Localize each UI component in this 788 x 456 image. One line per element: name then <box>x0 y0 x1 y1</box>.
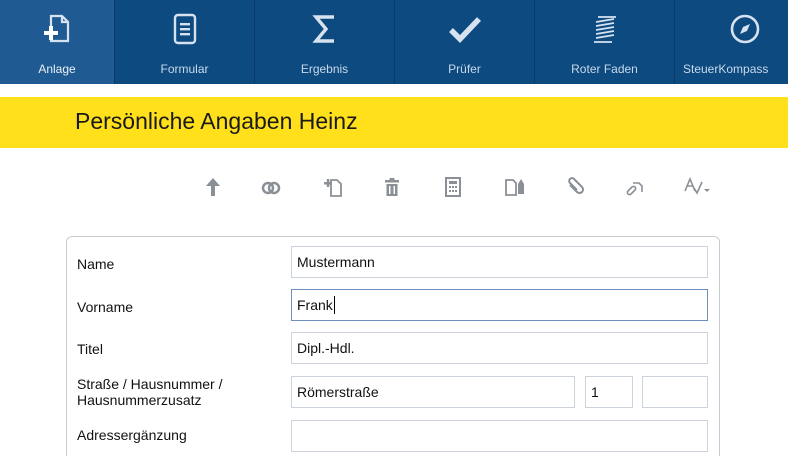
nav-label-ergebnis: Ergebnis <box>300 62 349 76</box>
form-document-icon <box>168 12 202 46</box>
label-strasse-line1: Straße / Hausnummer / <box>77 376 223 392</box>
new-document-plus-icon <box>40 12 74 46</box>
nav-label-roter-faden: Roter Faden <box>571 62 638 76</box>
street-input[interactable]: Römerstraße <box>291 376 575 408</box>
label-titel: Titel <box>77 341 103 357</box>
main-navigation: Anlage Formular Ergebnis Prüfer Roter Fa… <box>0 0 788 84</box>
compass-icon <box>728 12 762 46</box>
vorname-input[interactable]: Frank <box>291 289 708 321</box>
spellcheck-icon[interactable] <box>682 170 712 204</box>
vorname-value: Frank <box>297 297 333 313</box>
label-adressergaenzung: Adressergänzung <box>77 427 187 443</box>
add-page-icon[interactable] <box>318 170 348 204</box>
section-header: Persönliche Angaben Heinz <box>0 97 788 148</box>
nav-item-steuerkompass[interactable]: SteuerKompass <box>675 0 788 84</box>
row-vorname: Vorname Frank <box>67 289 719 323</box>
sigma-icon <box>308 12 342 46</box>
paperclip-icon[interactable] <box>560 170 590 204</box>
nav-item-ergebnis[interactable]: Ergebnis <box>255 0 395 84</box>
name-input[interactable]: Mustermann <box>291 246 708 278</box>
thread-lines-icon <box>588 12 622 46</box>
attach-link-icon[interactable] <box>620 170 650 204</box>
label-vorname: Vorname <box>77 299 134 315</box>
row-adressergaenzung: Adressergänzung <box>67 420 719 454</box>
trash-icon[interactable] <box>377 170 407 204</box>
text-cursor <box>333 295 335 314</box>
nav-item-roter-faden[interactable]: Roter Faden <box>535 0 675 84</box>
document-pen-icon[interactable] <box>500 170 530 204</box>
house-number-input[interactable]: 1 <box>585 376 633 408</box>
form-toolbar <box>0 170 788 206</box>
nav-label-anlage: Anlage <box>38 62 76 76</box>
house-number-suffix-input[interactable] <box>642 376 708 408</box>
row-name: Name Mustermann <box>67 245 719 279</box>
nav-label-formular: Formular <box>160 62 209 76</box>
row-strasse: Straße / Hausnummer / Hausnummerzusatz R… <box>67 376 719 416</box>
label-strasse-line2: Hausnummerzusatz <box>77 392 202 408</box>
arrow-up-icon[interactable] <box>198 170 228 204</box>
nav-item-anlage[interactable]: Anlage <box>0 0 115 84</box>
row-titel: Titel Dipl.-Hdl. <box>67 332 719 366</box>
nav-label-pruefer: Prüfer <box>448 62 481 76</box>
nav-item-pruefer[interactable]: Prüfer <box>395 0 535 84</box>
nav-item-formular[interactable]: Formular <box>115 0 255 84</box>
label-name: Name <box>77 256 115 272</box>
calculator-icon[interactable] <box>438 170 468 204</box>
titel-input[interactable]: Dipl.-Hdl. <box>291 332 708 364</box>
checkmark-icon <box>448 12 482 46</box>
personal-data-form: Name Mustermann Vorname Frank Titel Dipl… <box>66 236 720 456</box>
nav-label-steuerkompass: SteuerKompass <box>683 62 769 76</box>
link-rings-icon[interactable] <box>256 170 286 204</box>
adressergaenzung-input[interactable] <box>291 420 708 452</box>
page-title: Persönliche Angaben Heinz <box>75 108 358 134</box>
